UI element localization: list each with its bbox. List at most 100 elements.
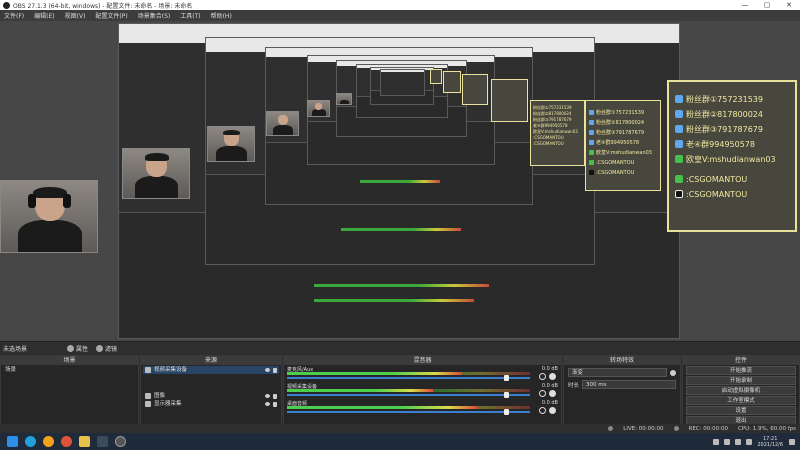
start-virtual-camera-button[interactable]: 启动虚拟摄像机 [686, 386, 796, 395]
live-time: LIVE: 00:00:00 [623, 425, 664, 432]
duration-label: 时长 [568, 382, 580, 389]
info-line-fan-group-2: 粉丝群②817800024 [675, 107, 789, 121]
menu-help[interactable]: 帮助(H) [211, 11, 232, 20]
start-recording-button[interactable]: 开始录制 [686, 376, 796, 385]
close-button[interactable]: ✕ [778, 1, 800, 9]
maximize-button[interactable]: ▢ [756, 1, 778, 9]
gear-icon[interactable] [549, 373, 556, 380]
window-title: OBS 27.1.3 (64-bit, windows) - 配置文件: 未命名… [13, 2, 193, 10]
info-card-nested-1: 粉丝群①757231539 粉丝群②817800024 粉丝群③79178767… [585, 100, 661, 191]
system-tray: 17:21 2021/12/6 [713, 436, 800, 448]
source-item-image[interactable]: 图像 [143, 392, 279, 400]
lock-icon[interactable] [273, 401, 277, 407]
duration-input[interactable]: 300 ms [582, 380, 676, 389]
volume-slider-handle[interactable] [503, 392, 509, 398]
mixer-panel-title: 混音器 [284, 356, 561, 365]
audio-mixer-panel: 混音器 麦克风/Aux 0.0 dB 视频采集设备 0.0 dB 桌面音频 0.… [283, 355, 562, 434]
scene-list-item[interactable]: 场景 [3, 366, 136, 374]
info-line-fan-group-1: 粉丝群①757231539 [675, 92, 789, 106]
transitions-panel: 转场特效 渐变 时长 300 ms [563, 355, 681, 434]
sources-panel-title: 来源 [141, 356, 281, 365]
menu-edit[interactable]: 编辑(E) [34, 11, 54, 20]
studio-mode-button[interactable]: 工作室模式 [686, 396, 796, 405]
qq-icon [675, 110, 683, 118]
chrome-browser-icon[interactable] [43, 436, 54, 447]
menu-file[interactable]: 文件(F) [4, 11, 24, 20]
gear-icon[interactable] [549, 390, 556, 397]
nested-window-8 [380, 69, 425, 96]
info-card-nested-5 [443, 71, 461, 93]
volume-slider-handle[interactable] [503, 409, 509, 415]
source-item-display-capture[interactable]: 显示器采集 [143, 400, 279, 408]
lock-icon[interactable] [273, 367, 277, 373]
system-clock[interactable]: 17:21 2021/12/6 [757, 436, 783, 448]
info-line-fan-group-4: 老④群994950578 [675, 137, 789, 151]
chevron-up-icon[interactable] [713, 438, 720, 445]
input-method-icon[interactable] [746, 438, 753, 445]
minimize-button[interactable]: — [734, 1, 756, 9]
camera-icon [145, 367, 151, 373]
wechat-icon [589, 150, 594, 155]
app-icon[interactable] [79, 436, 90, 447]
volume-slider-track[interactable] [287, 394, 530, 396]
transition-type-select[interactable]: 渐变 [568, 368, 667, 377]
speaker-icon[interactable] [539, 373, 546, 380]
gear-icon[interactable] [549, 407, 556, 414]
properties-button[interactable]: 属性 [67, 344, 88, 353]
speaker-icon[interactable] [539, 407, 546, 414]
windows-start-icon[interactable] [7, 436, 18, 447]
eye-icon[interactable] [265, 368, 270, 372]
controls-panel: 控件 开始推流 开始录制 启动虚拟摄像机 工作室模式 设置 退出 [682, 355, 800, 434]
qq-icon [675, 95, 683, 103]
filters-button[interactable]: 滤镜 [96, 344, 117, 353]
app-icon[interactable] [97, 436, 108, 447]
volume-level [287, 406, 477, 409]
source-item-video-capture[interactable]: 视频采集设备 [143, 366, 279, 374]
info-line-wechat-2: :CSGOMANTOU [675, 172, 789, 186]
wechat-icon [675, 175, 683, 183]
volume-slider-track[interactable] [287, 377, 530, 379]
qq-icon [675, 125, 683, 133]
eye-icon[interactable] [265, 402, 270, 406]
qq-icon [589, 120, 594, 125]
webcam-feed [0, 180, 98, 253]
obs-taskbar-icon[interactable] [115, 436, 126, 447]
qq-icon [589, 140, 594, 145]
eye-icon[interactable] [265, 394, 270, 398]
sources-panel: 来源 视频采集设备 图像 显示器采集 + − ⚙ ⌃ ⌄ [140, 355, 282, 434]
volume-level [287, 372, 462, 375]
browser-icon[interactable] [61, 436, 72, 447]
gear-icon[interactable] [670, 369, 676, 376]
menu-profile[interactable]: 配置文件(P) [95, 11, 127, 20]
no-scene-label: 未选场景 [3, 345, 28, 353]
menu-tools[interactable]: 工具(T) [180, 11, 200, 20]
mixer-channel: 桌面音频 0.0 dB [287, 400, 558, 416]
mixer-channel: 视频采集设备 0.0 dB [287, 383, 558, 399]
lock-icon[interactable] [273, 393, 277, 399]
dock-area: 未选场景 属性 滤镜 场景 场景 + − ⌃ ⌄ 来源 视频采集设备 图像 [0, 341, 800, 434]
controls-panel-title: 控件 [683, 356, 799, 365]
obs-window: OBS 27.1.3 (64-bit, windows) - 配置文件: 未命名… [0, 0, 800, 450]
settings-button[interactable]: 设置 [686, 406, 796, 415]
wechat-icon [589, 160, 594, 165]
notification-icon[interactable] [789, 438, 795, 445]
edge-browser-icon[interactable] [25, 436, 36, 447]
volume-slider-handle[interactable] [503, 375, 509, 381]
network-icon[interactable] [724, 438, 731, 445]
volume-slider-track[interactable] [287, 411, 530, 413]
menu-scene-collection[interactable]: 场景集合(S) [138, 11, 171, 20]
preview-canvas[interactable]: 粉丝群①757231539 粉丝群②817800024 粉丝群③79178767… [0, 21, 800, 341]
channel-db: 0.0 dB [541, 366, 558, 372]
volume-icon[interactable] [735, 438, 742, 445]
start-streaming-button[interactable]: 开始推流 [686, 366, 796, 375]
wechat-icon [675, 155, 683, 163]
volume-level [287, 389, 433, 392]
tiktok-icon [675, 190, 683, 198]
windows-taskbar: 17:21 2021/12/6 [0, 433, 800, 450]
cpu-fps: CPU: 1.9%, 60.00 fps [737, 425, 796, 432]
monitor-icon [145, 401, 151, 407]
menu-view[interactable]: 视图(V) [65, 11, 86, 20]
info-card-nested-4 [462, 74, 488, 105]
speaker-icon[interactable] [539, 390, 546, 397]
webcam-feed-nested-2 [207, 126, 255, 162]
